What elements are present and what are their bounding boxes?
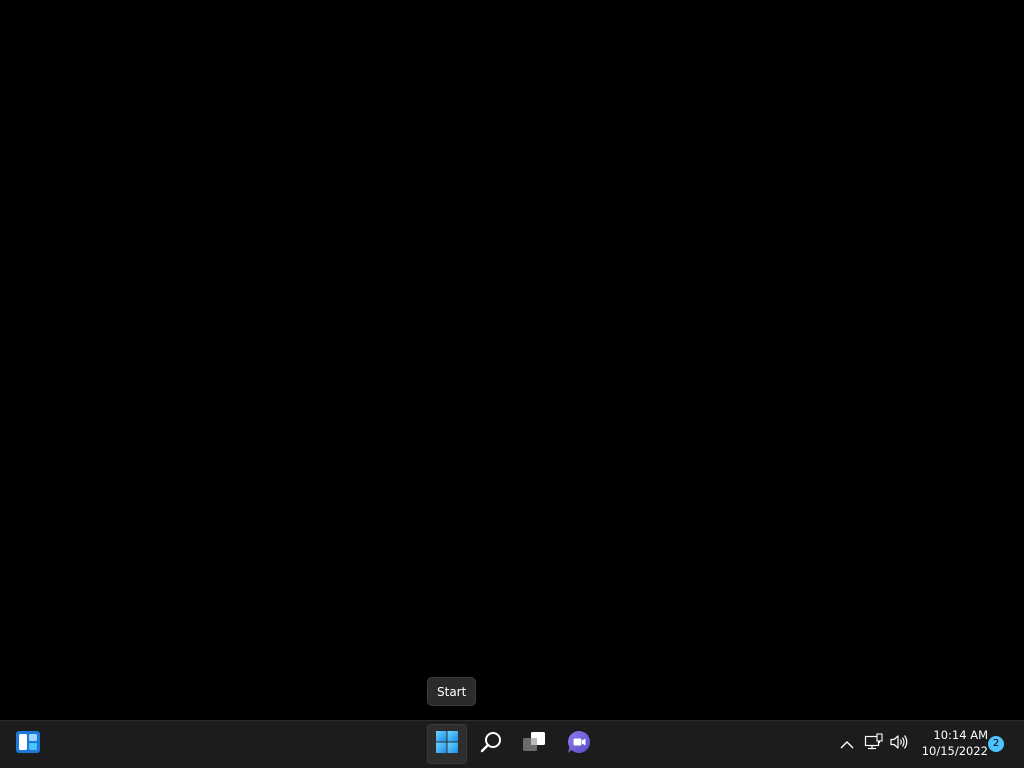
volume-button[interactable] bbox=[888, 733, 910, 755]
search-icon bbox=[479, 730, 503, 758]
chevron-up-icon bbox=[840, 735, 854, 754]
task-view-icon bbox=[522, 730, 548, 758]
widgets-icon bbox=[15, 730, 41, 758]
network-icon bbox=[864, 733, 884, 755]
clock-time: 10:14 AM bbox=[933, 728, 988, 742]
network-button[interactable] bbox=[863, 733, 885, 755]
windows-logo-icon bbox=[435, 730, 459, 758]
clock-date: 10/15/2022 bbox=[921, 744, 988, 758]
show-hidden-icons-button[interactable] bbox=[836, 733, 858, 755]
chat-button[interactable] bbox=[559, 724, 599, 764]
task-view-button[interactable] bbox=[515, 724, 555, 764]
desktop-background bbox=[0, 0, 1024, 720]
volume-icon bbox=[889, 733, 909, 755]
start-tooltip: Start bbox=[427, 677, 477, 706]
start-button[interactable] bbox=[427, 724, 467, 764]
widgets-button[interactable] bbox=[8, 724, 48, 764]
teams-chat-icon bbox=[566, 729, 592, 759]
notification-badge[interactable]: 2 bbox=[988, 736, 1004, 752]
search-button[interactable] bbox=[471, 724, 511, 764]
clock-button[interactable]: 10:14 AM 10/15/2022 bbox=[914, 727, 988, 759]
